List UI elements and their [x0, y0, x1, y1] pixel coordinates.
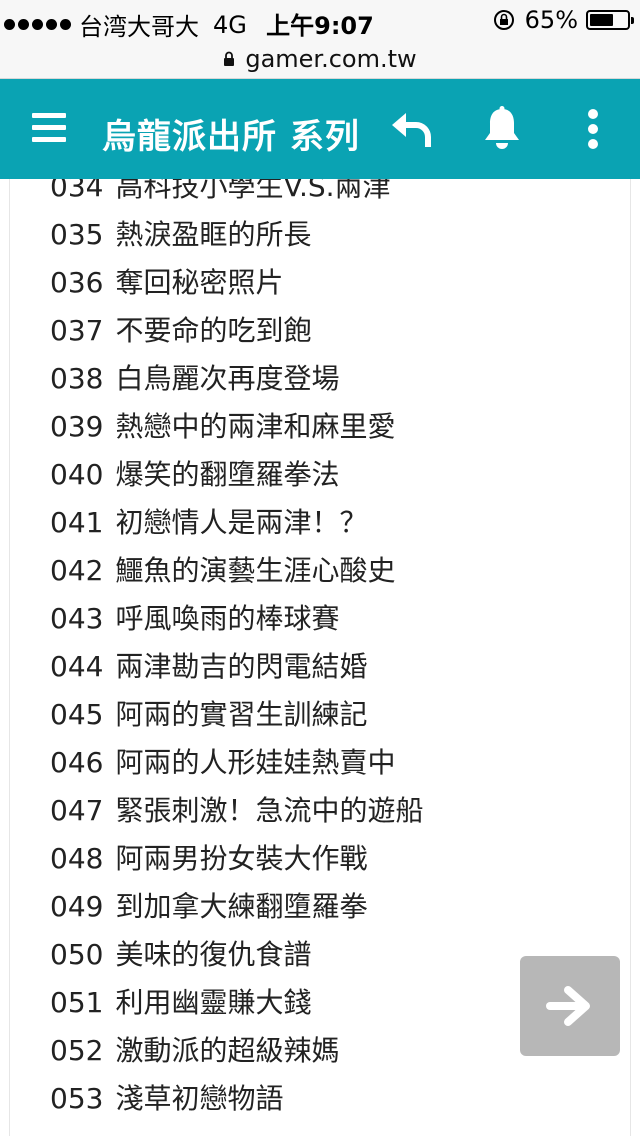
episode-number: 050: [50, 938, 104, 971]
episode-title: 激動派的超級辣媽: [115, 1034, 340, 1067]
episode-title: 阿兩的實習生訓練記: [115, 698, 368, 731]
episode-number: 047: [50, 794, 104, 827]
battery-icon: [586, 10, 634, 30]
episode-item[interactable]: 043 呼風喚雨的棒球賽: [50, 595, 423, 643]
rotation-lock-icon: [493, 10, 514, 30]
episode-title: 熱淚盈眶的所長: [115, 218, 312, 251]
episode-item[interactable]: 037 不要命的吃到飽: [50, 307, 423, 355]
episode-title: 熱戀中的兩津和麻里愛: [115, 410, 396, 443]
episode-number: 043: [50, 602, 104, 635]
episode-title: 鱷魚的演藝生涯心酸史: [115, 554, 396, 587]
status-right: 65%: [493, 6, 634, 34]
episode-item[interactable]: 051 利用幽靈賺大錢: [50, 979, 423, 1027]
next-page-button[interactable]: [520, 956, 620, 1056]
episode-title: 白鳥麗次再度登場: [115, 362, 340, 395]
episode-item[interactable]: 040 爆笑的翻墮羅拳法: [50, 451, 423, 499]
episode-item[interactable]: 047 緊張刺激！急流中的遊船: [50, 787, 423, 835]
battery-level: [590, 14, 614, 26]
screen: 台湾大哥大 4G 上午9:07 65% gamer.com.tw 烏龍派出所 系…: [0, 0, 640, 1136]
episode-number: 046: [50, 746, 104, 779]
episode-number: 041: [50, 506, 104, 539]
episode-item[interactable]: 034 高科技小學生V.S.兩津: [50, 179, 423, 211]
bell-icon[interactable]: [482, 105, 522, 151]
episode-number: 038: [50, 362, 104, 395]
episode-title: 高科技小學生V.S.兩津: [115, 179, 391, 203]
status-bar: 台湾大哥大 4G 上午9:07 65%: [0, 0, 640, 41]
episode-list: 034 高科技小學生V.S.兩津 035 熱淚盈眶的所長 036 奪回秘密照片 037 不要命…: [50, 179, 423, 1123]
episode-title: 兩津勘吉的閃電結婚: [115, 650, 368, 683]
episode-title: 阿兩男扮女裝大作戰: [115, 842, 368, 875]
episode-item[interactable]: 053 淺草初戀物語: [50, 1075, 423, 1123]
episode-title: 呼風喚雨的棒球賽: [115, 602, 340, 635]
episode-title: 阿兩的人形娃娃熱賣中: [115, 746, 396, 779]
episode-title: 緊張刺激！急流中的遊船: [115, 794, 424, 827]
episode-item[interactable]: 052 激動派的超級辣媽: [50, 1027, 423, 1075]
episode-number: 034: [50, 179, 104, 203]
episode-item[interactable]: 048 阿兩男扮女裝大作戰: [50, 835, 423, 883]
episode-number: 035: [50, 218, 104, 251]
episode-item[interactable]: 035 熱淚盈眶的所長: [50, 211, 423, 259]
episode-title: 到加拿大練翻墮羅拳: [115, 890, 368, 923]
episode-item[interactable]: 041 初戀情人是兩津！？: [50, 499, 423, 547]
episode-item[interactable]: 042 鱷魚的演藝生涯心酸史: [50, 547, 423, 595]
url-bar[interactable]: gamer.com.tw: [0, 40, 640, 79]
episode-number: 040: [50, 458, 104, 491]
episode-number: 036: [50, 266, 104, 299]
episode-title: 淺草初戀物語: [115, 1082, 284, 1115]
episode-item[interactable]: 045 阿兩的實習生訓練記: [50, 691, 423, 739]
episode-item[interactable]: 036 奪回秘密照片: [50, 259, 423, 307]
episode-number: 053: [50, 1082, 104, 1115]
hamburger-icon[interactable]: [32, 113, 66, 143]
episode-number: 042: [50, 554, 104, 587]
url-domain: gamer.com.tw: [245, 45, 417, 73]
episode-number: 037: [50, 314, 104, 347]
arrow-right-icon: [546, 986, 590, 1026]
vertical-dots-icon[interactable]: [582, 107, 604, 151]
episode-number: 039: [50, 410, 104, 443]
episode-item[interactable]: 038 白鳥麗次再度登場: [50, 355, 423, 403]
episode-item[interactable]: 049 到加拿大練翻墮羅拳: [50, 883, 423, 931]
episode-number: 052: [50, 1034, 104, 1067]
episode-item[interactable]: 046 阿兩的人形娃娃熱賣中: [50, 739, 423, 787]
episode-title: 不要命的吃到飽: [115, 314, 312, 347]
episode-item[interactable]: 039 熱戀中的兩津和麻里愛: [50, 403, 423, 451]
battery-percent: 65%: [524, 6, 578, 34]
episode-number: 048: [50, 842, 104, 875]
padlock-icon: [224, 51, 235, 66]
episode-title: 初戀情人是兩津！？: [115, 506, 368, 539]
episode-item[interactable]: 044 兩津勘吉的閃電結婚: [50, 643, 423, 691]
episode-number: 044: [50, 650, 104, 683]
reply-arrow-icon[interactable]: [388, 109, 434, 149]
episode-number: 045: [50, 698, 104, 731]
episode-title: 爆笑的翻墮羅拳法: [115, 458, 340, 491]
app-header: 烏龍派出所 系列: [0, 79, 640, 179]
episode-title: 利用幽靈賺大錢: [115, 986, 312, 1019]
episode-number: 051: [50, 986, 104, 1019]
episode-title: 美味的復仇食譜: [115, 938, 312, 971]
episode-item[interactable]: 050 美味的復仇食譜: [50, 931, 423, 979]
episode-number: 049: [50, 890, 104, 923]
page-title: 烏龍派出所 系列: [102, 117, 360, 153]
episode-title: 奪回秘密照片: [115, 266, 284, 299]
